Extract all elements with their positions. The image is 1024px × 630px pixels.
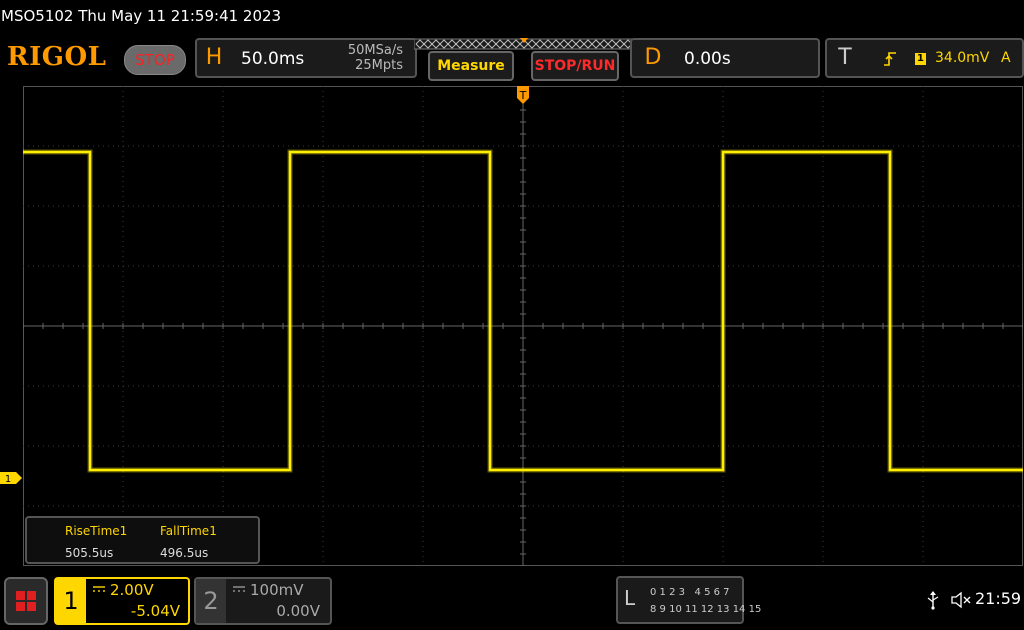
main-menu-button[interactable] bbox=[4, 577, 48, 625]
measurement-panel[interactable]: RiseTime1 505.5us FallTime1 496.5us bbox=[25, 516, 260, 564]
measurement-label-fall: FallTime1 bbox=[160, 524, 217, 538]
measure-button[interactable]: Measure bbox=[428, 51, 514, 81]
memory-depth: 25Mpts bbox=[355, 58, 403, 73]
trigger-label: T bbox=[838, 45, 852, 70]
channel2-panel[interactable]: 2 100mV 0.00V bbox=[194, 577, 332, 625]
channel1-scale: 2.00V bbox=[110, 581, 154, 599]
rigol-logo: RIGOL bbox=[7, 42, 107, 72]
dc-coupling-icon bbox=[93, 586, 105, 592]
measurement-value-fall: 496.5us bbox=[160, 546, 209, 560]
channel1-panel[interactable]: 1 2.00V -5.04V bbox=[54, 577, 190, 625]
graticule bbox=[23, 86, 1023, 566]
usb-icon bbox=[927, 591, 939, 610]
sample-info: 50MSa/s 25Mpts bbox=[348, 43, 403, 73]
timebase-value: 50.0ms bbox=[241, 49, 305, 69]
dc-coupling-icon bbox=[233, 586, 245, 592]
channel1-offset: -5.04V bbox=[130, 602, 180, 620]
window-title: MSO5102 Thu May 11 21:59:41 2023 bbox=[1, 7, 282, 25]
run-state-badge[interactable]: STOP bbox=[124, 45, 186, 75]
menu-grid-icon bbox=[16, 591, 36, 611]
rising-edge-icon bbox=[884, 52, 896, 66]
channel1-offset-label: 1 bbox=[5, 474, 11, 484]
clock: 21:59 bbox=[975, 589, 1022, 608]
memory-position-bar bbox=[414, 38, 634, 50]
waveform-display[interactable]: T bbox=[23, 86, 1023, 566]
trigger-level: 34.0mV bbox=[935, 50, 990, 66]
measurement-label-rise: RiseTime1 bbox=[65, 524, 128, 538]
stop-run-button[interactable]: STOP/RUN bbox=[531, 51, 619, 81]
trigger-marker-label: T bbox=[519, 89, 527, 102]
trigger-source-badge: 1 bbox=[915, 53, 926, 65]
delay-label: D bbox=[644, 45, 662, 70]
sample-rate: 50MSa/s bbox=[347, 43, 403, 58]
delay-panel[interactable]: D 0.00s bbox=[630, 38, 820, 78]
channel2-offset: 0.00V bbox=[276, 602, 320, 620]
measurement-value-rise: 505.5us bbox=[65, 546, 114, 560]
delay-value: 0.00s bbox=[684, 49, 731, 69]
horizontal-panel[interactable]: H 50.0ms 50MSa/s 25Mpts bbox=[195, 38, 417, 78]
channel2-scale: 100mV bbox=[250, 581, 304, 599]
logic-channels-low: 0 1 2 3 4 5 6 7 bbox=[650, 587, 730, 598]
logic-panel[interactable]: L 0 1 2 3 4 5 6 7 8 9 10 11 12 13 14 15 bbox=[616, 576, 761, 624]
channel1-number: 1 bbox=[56, 579, 86, 623]
logic-channels-high: 8 9 10 11 12 13 14 15 bbox=[650, 604, 762, 615]
channel2-number: 2 bbox=[196, 579, 226, 623]
trigger-mode: A bbox=[1001, 50, 1011, 66]
trigger-panel[interactable]: T 1 34.0mV A bbox=[825, 38, 1024, 78]
logic-label: L bbox=[624, 586, 636, 610]
channel1-offset-marker[interactable]: 1 bbox=[0, 472, 22, 484]
speaker-muted-icon[interactable] bbox=[950, 590, 972, 610]
trigger-marker: T bbox=[517, 86, 529, 104]
horizontal-label: H bbox=[205, 45, 223, 70]
